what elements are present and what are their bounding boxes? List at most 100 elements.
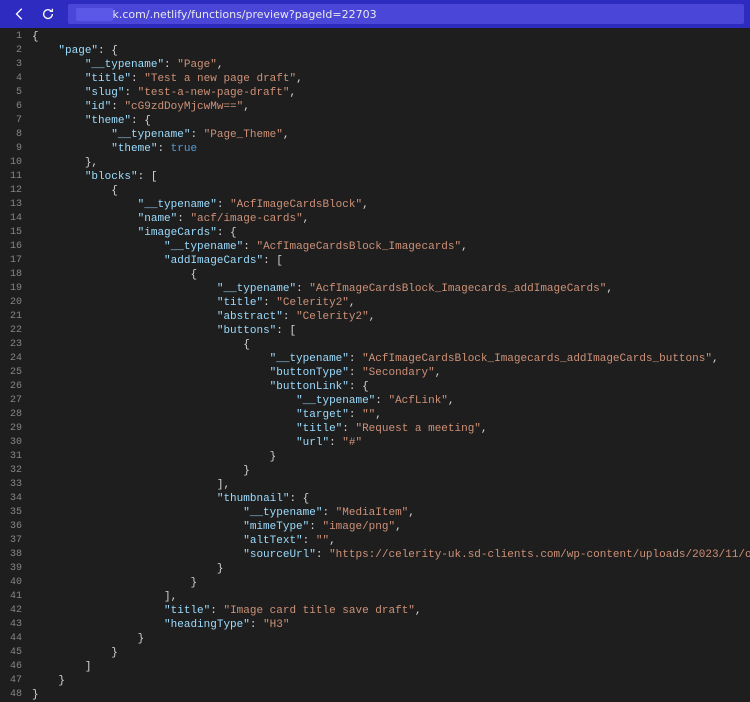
back-button[interactable] [6,2,34,26]
line-number: 22 [10,324,22,338]
code-line: "theme": true [32,142,750,156]
url-text: k.com/.netlify/functions/preview?pageId=… [113,8,377,21]
code-line: "__typename": "Page", [32,58,750,72]
line-number: 41 [10,590,22,604]
code-line: "title": "Image card title save draft", [32,604,750,618]
line-number: 47 [10,674,22,688]
code-line: "__typename": "Page_Theme", [32,128,750,142]
line-number: 43 [10,618,22,632]
code-content[interactable]: { "page": { "__typename": "Page", "title… [28,28,750,547]
line-number: 8 [10,128,22,142]
line-number: 7 [10,114,22,128]
line-number: 44 [10,632,22,646]
code-line: ], [32,478,750,492]
code-line: "addImageCards": [ [32,254,750,268]
line-number: 3 [10,58,22,72]
code-line: "altText": "", [32,534,750,548]
code-line: "__typename": "AcfImageCardsBlock_Imagec… [32,240,750,254]
code-line: "title": "Request a meeting", [32,422,750,436]
code-line: { [32,30,750,44]
code-line: "theme": { [32,114,750,128]
refresh-icon [41,7,55,21]
line-number: 9 [10,142,22,156]
code-line: } [32,674,750,688]
code-line: "mimeType": "image/png", [32,520,750,534]
code-line: ], [32,590,750,604]
line-number: 17 [10,254,22,268]
code-line: } [32,464,750,478]
code-line: "slug": "test-a-new-page-draft", [32,86,750,100]
line-number: 39 [10,562,22,576]
code-line: "id": "cG9zdDoyMjcwMw==", [32,100,750,114]
line-number: 16 [10,240,22,254]
code-line: "title": "Test a new page draft", [32,72,750,86]
code-line: } [32,562,750,576]
code-line: "name": "acf/image-cards", [32,212,750,226]
line-number: 14 [10,212,22,226]
line-number: 48 [10,688,22,702]
line-number: 5 [10,86,22,100]
code-line: "sourceUrl": "https://celerity-uk.sd-cli… [32,548,750,562]
line-number: 4 [10,72,22,86]
code-line: { [32,268,750,282]
url-obscured-prefix: x [76,8,113,21]
code-line: "__typename": "AcfImageCardsBlock", [32,198,750,212]
code-editor: 1234567891011121314151617181920212223242… [0,28,750,547]
code-line: } [32,632,750,646]
line-number: 29 [10,422,22,436]
line-number: 20 [10,296,22,310]
code-line: { [32,184,750,198]
line-number: 24 [10,352,22,366]
line-number: 40 [10,576,22,590]
line-number: 6 [10,100,22,114]
code-line: } [32,688,750,702]
line-number: 21 [10,310,22,324]
line-number: 27 [10,394,22,408]
line-number: 30 [10,436,22,450]
code-line: "buttonType": "Secondary", [32,366,750,380]
line-number: 12 [10,184,22,198]
line-number: 10 [10,156,22,170]
line-number: 38 [10,548,22,562]
code-line: "__typename": "AcfImageCardsBlock_Imagec… [32,352,750,366]
line-number: 26 [10,380,22,394]
line-number: 33 [10,478,22,492]
line-number: 36 [10,520,22,534]
code-line: "buttons": [ [32,324,750,338]
code-line: "__typename": "AcfImageCardsBlock_Imagec… [32,282,750,296]
line-number: 25 [10,366,22,380]
line-number: 15 [10,226,22,240]
code-line: "thumbnail": { [32,492,750,506]
line-number: 46 [10,660,22,674]
line-number: 11 [10,170,22,184]
line-number: 42 [10,604,22,618]
code-line: "title": "Celerity2", [32,296,750,310]
line-number: 34 [10,492,22,506]
code-line: }, [32,156,750,170]
code-line: "abstract": "Celerity2", [32,310,750,324]
line-number: 18 [10,268,22,282]
line-number: 28 [10,408,22,422]
code-line: "__typename": "AcfLink", [32,394,750,408]
code-line: } [32,576,750,590]
line-number: 13 [10,198,22,212]
code-line: "headingType": "H3" [32,618,750,632]
code-line: } [32,646,750,660]
code-line: "buttonLink": { [32,380,750,394]
line-number: 45 [10,646,22,660]
code-line: "url": "#" [32,436,750,450]
browser-toolbar: xk.com/.netlify/functions/preview?pageId… [0,0,750,28]
line-number: 19 [10,282,22,296]
line-number: 37 [10,534,22,548]
line-number-gutter: 1234567891011121314151617181920212223242… [0,28,28,547]
code-line: "imageCards": { [32,226,750,240]
address-bar[interactable]: xk.com/.netlify/functions/preview?pageId… [68,4,744,24]
code-line: "target": "", [32,408,750,422]
line-number: 31 [10,450,22,464]
line-number: 1 [10,30,22,44]
line-number: 32 [10,464,22,478]
back-icon [13,7,27,21]
refresh-button[interactable] [34,2,62,26]
line-number: 35 [10,506,22,520]
code-line: "__typename": "MediaItem", [32,506,750,520]
